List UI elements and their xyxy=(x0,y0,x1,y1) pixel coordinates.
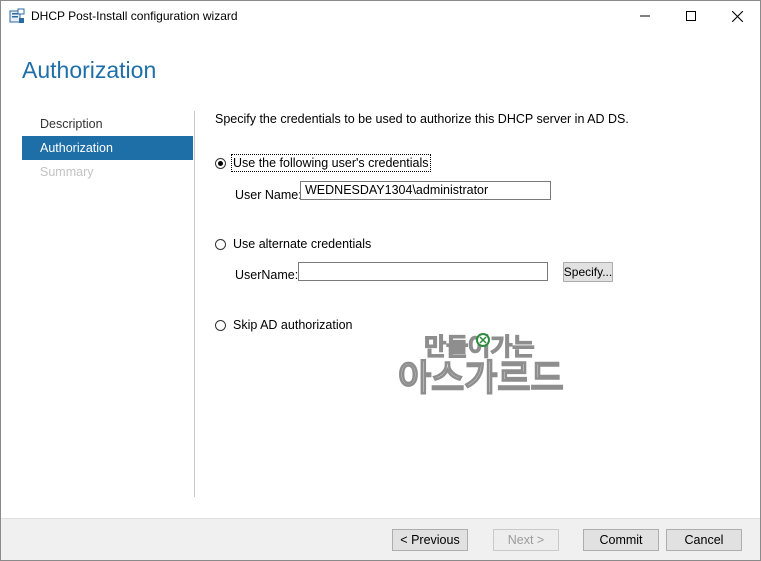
nav-item-authorization[interactable]: Authorization xyxy=(22,136,193,160)
nav-item-summary: Summary xyxy=(40,165,94,179)
previous-button[interactable]: < Previous xyxy=(392,529,468,551)
instruction-text: Specify the credentials to be used to au… xyxy=(215,112,629,126)
commit-button[interactable]: Commit xyxy=(583,529,659,551)
option-current-credentials[interactable]: Use the following user's credentials xyxy=(215,154,431,172)
option-alternate-credentials[interactable]: Use alternate credentials xyxy=(215,237,371,251)
button-bar: < Previous Next > Commit Cancel xyxy=(1,518,760,560)
current-username-field[interactable]: WEDNESDAY1304\administrator xyxy=(300,181,551,200)
current-username-label: User Name: xyxy=(235,188,302,202)
option-skip-authorization[interactable]: Skip AD authorization xyxy=(215,318,353,332)
nav-item-description[interactable]: Description xyxy=(22,112,193,136)
wizard-nav: Description Authorization Summary xyxy=(22,112,193,184)
specify-button[interactable]: Specify... xyxy=(563,262,613,282)
server-icon xyxy=(9,8,25,24)
maximize-button[interactable] xyxy=(668,1,714,31)
page-title: Authorization xyxy=(22,57,157,83)
watermark-logo: 만들어가는 아스가르드 xyxy=(396,327,571,399)
radio-skip-authorization[interactable] xyxy=(215,319,226,331)
minimize-icon xyxy=(640,15,650,17)
nav-divider xyxy=(194,111,195,497)
window-title: DHCP Post-Install configuration wizard xyxy=(31,9,238,23)
radio-alternate-credentials[interactable] xyxy=(215,238,226,250)
option-current-credentials-label[interactable]: Use the following user's credentials xyxy=(231,154,431,172)
maximize-icon xyxy=(686,11,696,21)
alternate-username-label: UserName: xyxy=(235,268,299,282)
wizard-window: DHCP Post-Install configuration wizard A… xyxy=(0,0,761,561)
close-button[interactable] xyxy=(714,1,760,31)
next-button: Next > xyxy=(493,529,559,551)
radio-current-credentials[interactable] xyxy=(215,157,226,169)
close-icon xyxy=(731,10,743,22)
minimize-button[interactable] xyxy=(622,1,668,31)
alternate-username-field[interactable] xyxy=(298,262,548,281)
cancel-button[interactable]: Cancel xyxy=(666,529,742,551)
title-bar[interactable]: DHCP Post-Install configuration wizard xyxy=(1,1,760,31)
svg-text:아스가르드: 아스가르드 xyxy=(398,358,564,397)
option-skip-authorization-label[interactable]: Skip AD authorization xyxy=(233,318,353,332)
option-alternate-credentials-label[interactable]: Use alternate credentials xyxy=(233,237,371,251)
